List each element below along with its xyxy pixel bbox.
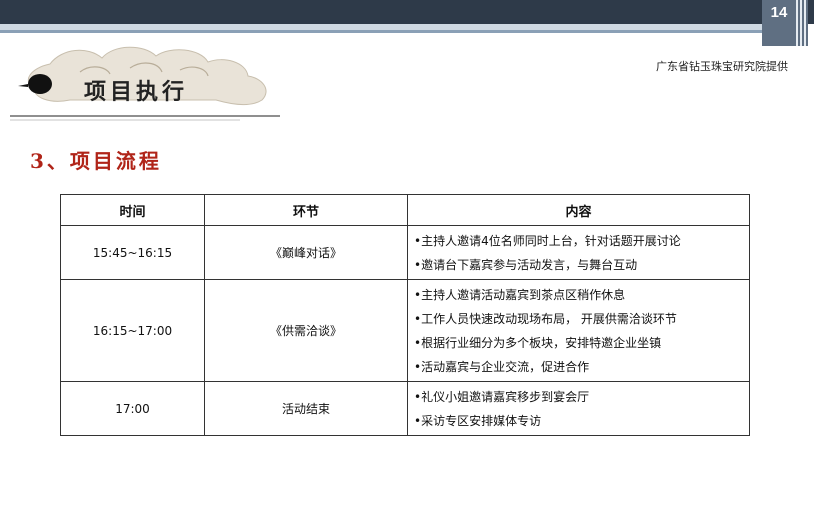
column-header-content: 内容 [407,194,750,226]
content-item: •礼仪小姐邀请嘉宾移步到宴会厅 [414,390,590,404]
column-header-time: 时间 [60,194,205,226]
content-item: •活动嘉宾与企业交流，促进合作 [414,360,590,374]
segment-cell: 《巅峰对话》 [204,225,408,280]
content-item: •根据行业细分为多个板块，安排特邀企业坐镇 [414,336,662,350]
content-item: •主持人邀请活动嘉宾到茶点区稍作休息 [414,288,626,302]
header-stripe-accent [0,30,790,33]
ink-dot-icon [18,74,52,94]
segment-cell: 活动结束 [204,381,408,436]
top-bar [0,0,814,24]
content-item: •工作人员快速改动现场布局， 开展供需洽谈环节 [414,312,677,326]
page-number: 14 [770,4,788,21]
time-cell: 17:00 [60,381,205,436]
source-credit: 广东省钻玉珠宝研究院提供 [656,60,788,73]
time-cell: 16:15~17:00 [60,279,205,382]
content-item: •邀请台下嘉宾参与活动发言，与舞台互动 [414,258,638,272]
content-item: •采访专区安排媒体专访 [414,414,542,428]
table-header-row: 时间 环节 内容 [60,194,750,226]
content-item: •主持人邀请4位名师同时上台，针对话题开展讨论 [414,234,681,248]
table-row: 16:15~17:00 《供需洽谈》 •主持人邀请活动嘉宾到茶点区稍作休息 •工… [60,279,750,382]
section-title: 项目执行 [84,79,189,105]
column-header-segment: 环节 [204,194,408,226]
table-row: 15:45~16:15 《巅峰对话》 •主持人邀请4位名师同时上台，针对话题开展… [60,225,750,280]
schedule-table: 时间 环节 内容 15:45~16:15 《巅峰对话》 •主持人邀请4位名师同时… [60,194,750,436]
content-cell: •主持人邀请活动嘉宾到茶点区稍作休息 •工作人员快速改动现场布局， 开展供需洽谈… [407,279,750,382]
subsection-title: 3、项目流程 [30,149,162,173]
page-tab-lines [796,0,808,46]
table-row: 17:00 活动结束 •礼仪小姐邀请嘉宾移步到宴会厅 •采访专区安排媒体专访 [60,381,750,436]
content-cell: •礼仪小姐邀请嘉宾移步到宴会厅 •采访专区安排媒体专访 [407,381,750,436]
segment-cell: 《供需洽谈》 [204,279,408,382]
content-cell: •主持人邀请4位名师同时上台，针对话题开展讨论 •邀请台下嘉宾参与活动发言，与舞… [407,225,750,280]
time-cell: 15:45~16:15 [60,225,205,280]
